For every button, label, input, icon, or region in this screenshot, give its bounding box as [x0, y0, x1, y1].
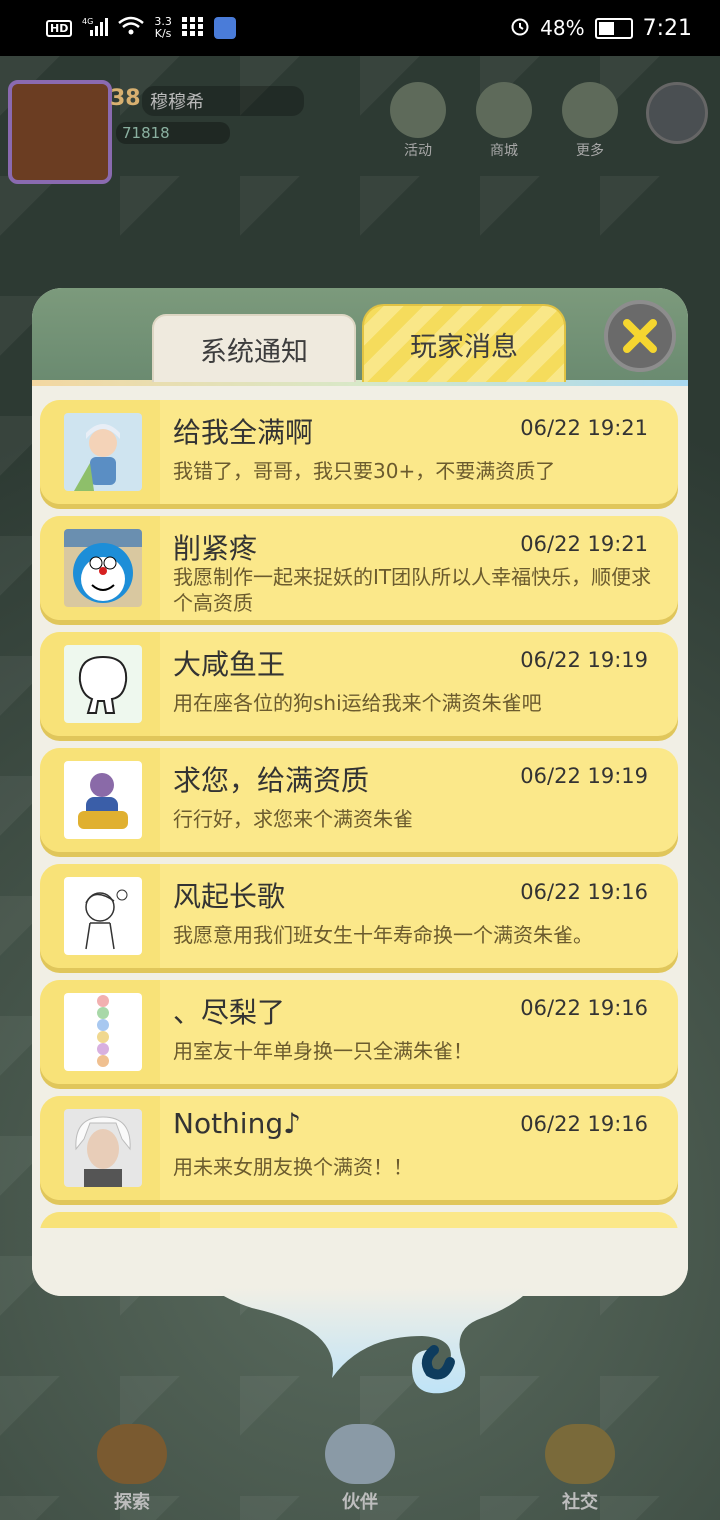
message-text: 我错了，哥哥，我只要30+，不要满资质了	[173, 459, 556, 483]
message-item[interactable]: 大咸鱼王 06/22 19:19 用在座各位的狗shi运给我来个满资朱雀吧	[40, 632, 678, 736]
sender-name: 风起长歌	[173, 880, 286, 913]
activity-button[interactable]: 活动	[388, 82, 448, 160]
message-time: 06/22 19:19	[520, 648, 648, 672]
compass-icon[interactable]	[646, 82, 708, 144]
sender-name: 、尽梨了	[173, 996, 286, 1029]
grid-app-icon	[181, 16, 204, 41]
tab-player-messages[interactable]: 玩家消息	[362, 304, 566, 382]
social-icon	[545, 1424, 615, 1484]
message-item-partial[interactable]	[40, 1212, 678, 1228]
nav-social[interactable]: 社交	[540, 1424, 620, 1514]
message-item[interactable]: Nothing♪ 06/22 19:16 用未来女朋友换个满资！！	[40, 1096, 678, 1200]
status-right: 48% 7:21	[510, 16, 692, 41]
bottom-nav: 探索 伙伴 社交	[0, 1400, 720, 1520]
doodle-blob-avatar	[64, 645, 142, 723]
more-grid-icon	[562, 82, 618, 138]
nav-partners[interactable]: 伙伴	[320, 1424, 400, 1514]
cartoon-villain-avatar	[64, 761, 142, 839]
message-item[interactable]: 给我全满啊 06/22 19:21 我错了，哥哥，我只要30+，不要满资质了	[40, 400, 678, 504]
message-time: 06/22 19:16	[520, 996, 648, 1020]
message-time: 06/22 19:16	[520, 880, 648, 904]
sender-name: Nothing♪	[173, 1107, 301, 1140]
speech-tail-swirl	[212, 1288, 532, 1394]
signal-icon: 4G	[82, 16, 109, 41]
message-item[interactable]: 、尽梨了 06/22 19:16 用室友十年单身换一只全满朱雀！	[40, 980, 678, 1084]
clock-time: 7:21	[642, 15, 692, 41]
header-divider	[32, 380, 688, 386]
message-text: 行行好，求您来个满资朱雀	[173, 807, 413, 831]
message-item[interactable]: 风起长歌 06/22 19:16 我愿意用我们班女生十年寿命换一个满资朱雀。	[40, 864, 678, 968]
player-avatar[interactable]	[8, 80, 112, 184]
coin-count: 71818	[116, 122, 230, 144]
network-speed: 3.3 K/s	[154, 15, 172, 40]
svg-text:4G: 4G	[82, 17, 93, 26]
message-time: 06/22 19:19	[520, 764, 648, 788]
dialog-footer	[32, 1228, 688, 1296]
more-button[interactable]: 更多	[560, 82, 620, 160]
message-text: 我愿制作一起来捉妖的IT团队所以人幸福快乐，顺便求个高资质	[173, 565, 652, 615]
message-list[interactable]: 给我全满啊 06/22 19:21 我错了，哥哥，我只要30+，不要满资质了 削…	[40, 396, 680, 1228]
anime-girl-avatar	[64, 413, 142, 491]
stacked-figures-avatar	[64, 993, 142, 1071]
sketch-boy-avatar	[64, 877, 142, 955]
player-name: 穆穆希	[142, 86, 304, 116]
message-item[interactable]: 求您，给满资质 06/22 19:19 行行好，求您来个满资朱雀	[40, 748, 678, 852]
message-time: 06/22 19:21	[520, 416, 648, 440]
message-time: 06/22 19:16	[520, 1112, 648, 1136]
close-icon	[623, 319, 657, 353]
battery-percent: 48%	[540, 16, 585, 40]
shop-button[interactable]: 商城	[474, 82, 534, 160]
sender-name: 削紧疼	[173, 532, 258, 565]
sender-name: 求您，给满资质	[173, 764, 370, 797]
status-bar: HD 4G 3.3 K/s 48% 7:21	[0, 0, 720, 56]
message-time: 06/22 19:21	[520, 532, 648, 556]
dialog-header	[32, 288, 688, 384]
nav-explore[interactable]: 探索	[92, 1424, 172, 1514]
player-level: 38	[110, 86, 141, 111]
status-left: HD 4G 3.3 K/s	[46, 16, 236, 41]
gift-icon	[390, 82, 446, 138]
wifi-icon	[118, 16, 145, 41]
battery-icon	[594, 17, 633, 39]
message-text: 用室友十年单身换一只全满朱雀！	[173, 1039, 473, 1063]
message-item[interactable]: 削紧疼 06/22 19:21 我愿制作一起来捉妖的IT团队所以人幸福快乐，顺便…	[40, 516, 678, 620]
message-text: 我愿意用我们班女生十年寿命换一个满资朱雀。	[173, 923, 593, 947]
white-hair-portrait-avatar	[64, 1109, 142, 1187]
ghost-pet-icon	[325, 1424, 395, 1484]
sender-name: 给我全满啊	[173, 416, 314, 449]
map-pin-icon	[97, 1424, 167, 1484]
message-text: 用在座各位的狗shi运给我来个满资朱雀吧	[173, 691, 542, 715]
close-button[interactable]	[604, 300, 676, 372]
shop-icon	[476, 82, 532, 138]
hd-icon: HD	[46, 19, 73, 37]
baidu-paw-icon	[213, 17, 236, 39]
message-text: 用未来女朋友换个满资！！	[173, 1155, 413, 1179]
sender-name: 大咸鱼王	[173, 648, 286, 681]
alarm-icon	[510, 16, 530, 41]
message-dialog: 系统通知 玩家消息 给我全满啊 06/22 19:21 我错了，哥哥，我只要30…	[32, 288, 688, 1394]
doraemon-avatar	[64, 529, 142, 607]
tab-system-notice[interactable]: 系统通知	[152, 314, 356, 382]
